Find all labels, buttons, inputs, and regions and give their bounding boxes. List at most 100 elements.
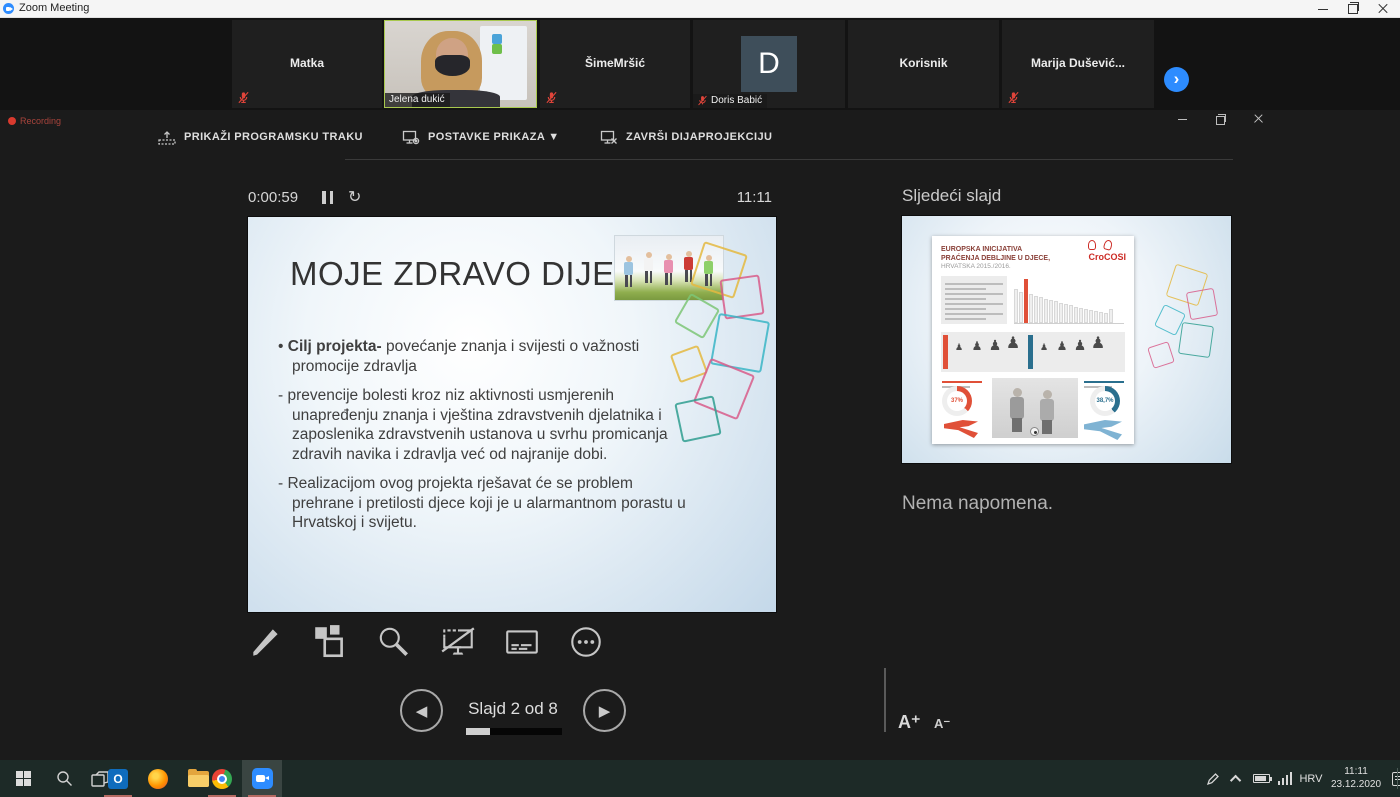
notes-scrollbar[interactable] bbox=[884, 668, 886, 732]
end-slideshow-label: ZAVRŠI DIJAPROJEKCIJU bbox=[626, 131, 772, 143]
black-screen-button[interactable] bbox=[438, 621, 478, 663]
taskbar-chrome-button[interactable] bbox=[202, 760, 242, 797]
croatia-map-blue bbox=[1084, 420, 1122, 440]
participant-tile[interactable]: Korisnik bbox=[848, 20, 999, 108]
taskbar-date: 23.12.2020 bbox=[1331, 779, 1381, 792]
participant-tile-video[interactable]: Jelena dukić bbox=[384, 20, 537, 108]
bullet-item: - prevencije bolesti kroz niz aktivnosti… bbox=[278, 386, 690, 464]
participant-name: Matka bbox=[232, 56, 382, 70]
chrome-icon bbox=[212, 769, 232, 789]
infographic-poster: EUROPSKA INICIJATIVAPRAĆENJA DEBLJINE U … bbox=[932, 236, 1134, 444]
participant-tile[interactable]: ŠimeMršić bbox=[540, 20, 690, 108]
restart-timer-icon[interactable]: ↻ bbox=[348, 187, 361, 207]
search-icon bbox=[56, 770, 73, 787]
show-taskbar-label: PRIKAŽI PROGRAMSKU TRAKU bbox=[184, 131, 363, 143]
muted-mic-icon bbox=[237, 91, 250, 104]
language-indicator[interactable]: HRV bbox=[1296, 760, 1326, 797]
participant-tile[interactable]: D Doris Babić bbox=[693, 20, 845, 108]
firefox-icon bbox=[148, 769, 168, 789]
windows-taskbar: O HRV 11:11 23.12.2020 bbox=[0, 760, 1400, 797]
end-slideshow-icon bbox=[600, 130, 618, 145]
participant-tile[interactable]: Matka bbox=[232, 20, 382, 108]
stat-donut-left: 37% bbox=[942, 386, 972, 416]
bullet-item: • Cilj projekta- povećanje znanja i svij… bbox=[278, 337, 690, 376]
end-slideshow-button[interactable]: ZAVRŠI DIJAPROJEKCIJU bbox=[600, 128, 772, 146]
slide-progress-bar bbox=[466, 728, 562, 735]
participant-tile[interactable]: Marija Dušević... bbox=[1002, 20, 1154, 108]
window-close-button[interactable] bbox=[1368, 0, 1398, 17]
slide-title: MOJE ZDRAVO DIJETE bbox=[290, 255, 658, 293]
recording-label: Recording bbox=[20, 116, 61, 126]
zoom-window-titlebar: Zoom Meeting bbox=[0, 0, 1400, 18]
network-signal-icon bbox=[1278, 772, 1293, 785]
taskbar-icon bbox=[158, 130, 176, 145]
chevron-up-icon bbox=[1230, 774, 1241, 785]
presenter-minimize-button[interactable] bbox=[1170, 110, 1196, 128]
network-status[interactable] bbox=[1274, 760, 1296, 797]
window-minimize-button[interactable] bbox=[1308, 0, 1338, 17]
display-settings-icon bbox=[402, 130, 420, 145]
display-settings-button[interactable]: POSTAVKE PRIKAZA ▼ bbox=[402, 128, 560, 146]
recording-dot-icon bbox=[8, 117, 16, 125]
current-time: 11:11 bbox=[712, 189, 772, 206]
display-settings-label: POSTAVKE PRIKAZA ▼ bbox=[428, 131, 560, 143]
next-slide-thumbnail: EUROPSKA INICIJATIVAPRAĆENJA DEBLJINE U … bbox=[902, 216, 1231, 463]
battery-icon bbox=[1253, 774, 1270, 783]
taskbar-outlook-button[interactable]: O bbox=[98, 760, 138, 797]
decor-square bbox=[719, 274, 764, 319]
bullet-item: - Realizacijom ovog projekta rješavat će… bbox=[278, 474, 690, 533]
next-participants-button[interactable]: › bbox=[1164, 67, 1189, 92]
window-maximize-button[interactable] bbox=[1338, 0, 1368, 17]
recording-indicator: Recording bbox=[8, 116, 61, 126]
previous-slide-button[interactable]: ◀ bbox=[400, 689, 443, 732]
notes-placeholder: Nema napomena. bbox=[902, 493, 1053, 515]
participant-name: ŠimeMršić bbox=[540, 56, 690, 70]
windows-ink-button[interactable] bbox=[1200, 760, 1226, 797]
next-slide-header: Sljedeći slajd bbox=[902, 186, 1001, 206]
presenter-close-button[interactable] bbox=[1246, 110, 1272, 128]
croatia-map-red bbox=[944, 420, 978, 438]
muted-mic-icon bbox=[697, 95, 708, 106]
decor-square bbox=[1178, 322, 1214, 358]
captions-button[interactable] bbox=[502, 621, 542, 663]
next-arrow-icon: ▶ bbox=[599, 702, 611, 720]
captions-icon bbox=[503, 623, 541, 661]
show-hidden-icons-button[interactable] bbox=[1226, 760, 1248, 797]
outlook-icon: O bbox=[108, 769, 128, 789]
current-slide: MOJE ZDRAVO DIJETE • Cilj projekta- pove… bbox=[248, 217, 776, 612]
pause-timer-icon[interactable] bbox=[322, 191, 333, 204]
pen-tray-icon bbox=[1206, 772, 1220, 786]
slide-counter: Slajd 2 od 8 bbox=[450, 699, 576, 719]
pen-icon bbox=[247, 623, 285, 661]
battery-status[interactable] bbox=[1248, 760, 1274, 797]
next-slide-button[interactable]: ▶ bbox=[583, 689, 626, 732]
poster-children-photo bbox=[992, 378, 1078, 438]
previous-arrow-icon: ◀ bbox=[416, 702, 428, 720]
slides-grid-icon bbox=[311, 623, 349, 661]
muted-mic-icon bbox=[1007, 91, 1020, 104]
pen-tool-button[interactable] bbox=[246, 621, 286, 663]
poster-subtitle: HRVATSKA 2015./2016. bbox=[941, 263, 1011, 270]
decor-square bbox=[1186, 288, 1218, 320]
poster-text-block bbox=[941, 276, 1007, 324]
taskbar-zoom-button[interactable] bbox=[242, 760, 282, 797]
presenter-restore-button[interactable] bbox=[1208, 110, 1234, 128]
avatar: D bbox=[741, 36, 797, 92]
notes-font-smaller-button[interactable]: A⁻ bbox=[934, 716, 950, 732]
clock-and-date[interactable]: 11:11 23.12.2020 bbox=[1326, 760, 1386, 797]
taskbar-search-button[interactable] bbox=[46, 760, 82, 797]
taskbar-firefox-button[interactable] bbox=[138, 760, 178, 797]
show-taskbar-button[interactable]: PRIKAŽI PROGRAMSKU TRAKU bbox=[158, 128, 363, 146]
show-desktop-edge[interactable] bbox=[1397, 768, 1398, 789]
more-options-button[interactable] bbox=[566, 621, 606, 663]
see-all-slides-button[interactable] bbox=[310, 621, 350, 663]
notes-font-larger-button[interactable]: A⁺ bbox=[898, 712, 921, 733]
windows-logo-icon bbox=[16, 771, 31, 786]
muted-mic-icon bbox=[545, 91, 558, 104]
zoom-slide-button[interactable] bbox=[374, 621, 414, 663]
poster-title: EUROPSKA INICIJATIVAPRAĆENJA DEBLJINE U … bbox=[941, 245, 1050, 263]
poster-bar-chart bbox=[1014, 276, 1124, 324]
start-button[interactable] bbox=[0, 760, 46, 797]
decor-square bbox=[1147, 341, 1175, 369]
stat-donut-right: 38,7% bbox=[1090, 386, 1120, 416]
